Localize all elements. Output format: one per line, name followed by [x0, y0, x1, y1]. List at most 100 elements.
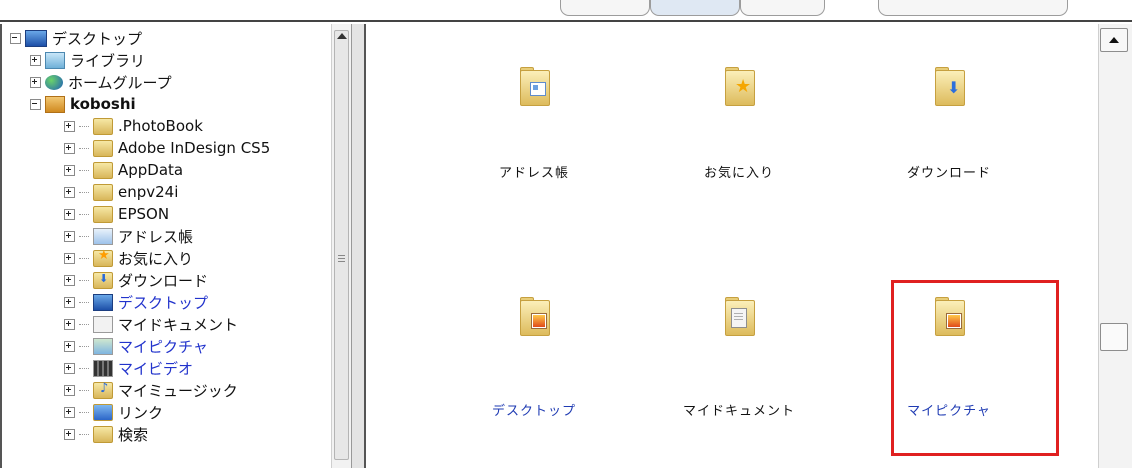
tree-item-appdata[interactable]: AppData [64, 159, 183, 181]
tree-connector [79, 147, 89, 149]
expand-icon[interactable] [30, 54, 41, 66]
documents-icon [93, 315, 113, 333]
collapse-icon[interactable] [30, 98, 41, 110]
tree-item-my-videos[interactable]: マイビデオ [64, 357, 193, 379]
expand-icon[interactable] [64, 384, 75, 396]
tree-item-library[interactable]: ライブラリ [30, 49, 145, 71]
tree-item-label: リンク [118, 403, 164, 422]
expand-icon[interactable] [64, 252, 75, 264]
toolbar-tab-active[interactable] [650, 0, 740, 16]
tree-item-desktop-root[interactable]: デスクトップ [10, 27, 142, 49]
toolbar-tab-search[interactable] [878, 0, 1068, 16]
tree-connector [79, 125, 89, 127]
tree-item-label: enpv24i [118, 183, 179, 201]
expand-icon[interactable] [64, 208, 75, 220]
tree-item-label: 検索 [118, 425, 149, 444]
tree-item-koboshi[interactable]: koboshi [30, 93, 136, 115]
tree-item-downloads[interactable]: ダウンロード [64, 269, 208, 291]
tree-connector [79, 191, 89, 193]
content-item-label: お気に入り [703, 166, 774, 181]
tree-connector [79, 389, 89, 391]
expand-icon[interactable] [64, 296, 75, 308]
tree-item-label: マイドキュメント [118, 315, 239, 334]
user-folder-icon [45, 95, 65, 113]
tree-item-label: ライブラリ [70, 51, 146, 70]
pictures-icon [93, 337, 113, 355]
expand-icon[interactable] [64, 164, 75, 176]
tree-item-favorites[interactable]: お気に入り [64, 247, 193, 269]
collapse-icon[interactable] [10, 32, 21, 44]
tree-item-photobook[interactable]: .PhotoBook [64, 115, 203, 137]
tree-connector [79, 257, 89, 259]
favorites-icon [93, 248, 113, 267]
tree-item-my-documents[interactable]: マイドキュメント [64, 313, 238, 335]
folder-tree-pane: デスクトップ ライブラリ ホームグループ koboshi .PhotoBook … [0, 24, 352, 468]
content-item-downloads[interactable]: ⬇ ダウンロード [859, 66, 1039, 196]
expand-icon[interactable] [64, 274, 75, 286]
content-item-my-documents[interactable]: マイドキュメント [649, 296, 829, 426]
tree-item-label: デスクトップ [118, 293, 209, 312]
scroll-up-arrow-icon [1109, 37, 1119, 43]
tree-connector [79, 213, 89, 215]
tree-connector [79, 433, 89, 435]
pane-splitter[interactable] [352, 24, 366, 468]
content-item-favorites[interactable]: ★ お気に入り [649, 66, 829, 196]
tree-item-enpv24i[interactable]: enpv24i [64, 181, 178, 203]
folder-icon [93, 183, 113, 201]
tree-item-label: ダウンロード [118, 271, 209, 290]
search-icon [93, 425, 113, 443]
expand-icon[interactable] [64, 318, 75, 330]
content-item-label: アドレス帳 [498, 166, 569, 181]
expand-icon[interactable] [64, 230, 75, 242]
tree-item-epson[interactable]: EPSON [64, 203, 169, 225]
downloads-folder-icon: ⬇ [931, 66, 967, 108]
desktop-icon [25, 29, 47, 47]
tree-item-address-book[interactable]: アドレス帳 [64, 225, 193, 247]
tree-scrollbar[interactable] [331, 24, 351, 468]
tree-item-my-music[interactable]: マイミュージック [64, 379, 238, 401]
tree-item-links[interactable]: リンク [64, 401, 163, 423]
expand-icon[interactable] [64, 142, 75, 154]
folder-icon [93, 139, 113, 157]
expand-icon[interactable] [64, 186, 75, 198]
content-item-desktop[interactable]: デスクトップ [444, 296, 624, 426]
music-icon [93, 381, 113, 399]
scroll-up-button[interactable] [1100, 28, 1128, 52]
contacts-icon [93, 227, 113, 245]
tree-connector [79, 279, 89, 281]
expand-icon[interactable] [64, 340, 75, 352]
tree-item-homegroup[interactable]: ホームグループ [30, 71, 172, 93]
grip-icon [338, 255, 345, 264]
tree-item-adobe-indesign[interactable]: Adobe InDesign CS5 [64, 137, 270, 159]
content-item-address-book[interactable]: アドレス帳 [444, 66, 624, 196]
tree-item-label: お気に入り [118, 249, 194, 268]
content-item-label: マイドキュメント [682, 404, 795, 419]
toolbar-tab-right[interactable] [740, 0, 825, 16]
contents-scrollbar-thumb[interactable] [1100, 323, 1128, 351]
contents-scrollbar[interactable] [1098, 24, 1132, 468]
scroll-up-arrow-icon[interactable] [337, 33, 347, 39]
tree-item-search[interactable]: 検索 [64, 423, 148, 445]
expand-icon[interactable] [64, 362, 75, 374]
tree-connector [79, 323, 89, 325]
folder-icon [93, 205, 113, 223]
expand-icon[interactable] [30, 76, 41, 88]
videos-icon [93, 359, 113, 377]
favorites-folder-icon: ★ [721, 66, 757, 108]
folder-icon [93, 161, 113, 179]
expand-icon[interactable] [64, 406, 75, 418]
desktop-folder-icon [93, 293, 113, 311]
expand-icon[interactable] [64, 120, 75, 132]
documents-folder-icon [721, 296, 757, 338]
top-toolbar-strip [0, 0, 1132, 22]
contacts-folder-icon [516, 66, 552, 108]
tree-item-label: EPSON [118, 205, 170, 223]
tree-connector [79, 411, 89, 413]
tree-item-desktop[interactable]: デスクトップ [64, 291, 208, 313]
tree-item-my-pictures[interactable]: マイピクチャ [64, 335, 208, 357]
expand-icon[interactable] [64, 428, 75, 440]
folder-icon [93, 117, 113, 135]
tree-scrollbar-thumb[interactable] [334, 30, 349, 460]
tree-item-label: Adobe InDesign CS5 [118, 139, 271, 157]
toolbar-tab-left[interactable] [560, 0, 650, 16]
